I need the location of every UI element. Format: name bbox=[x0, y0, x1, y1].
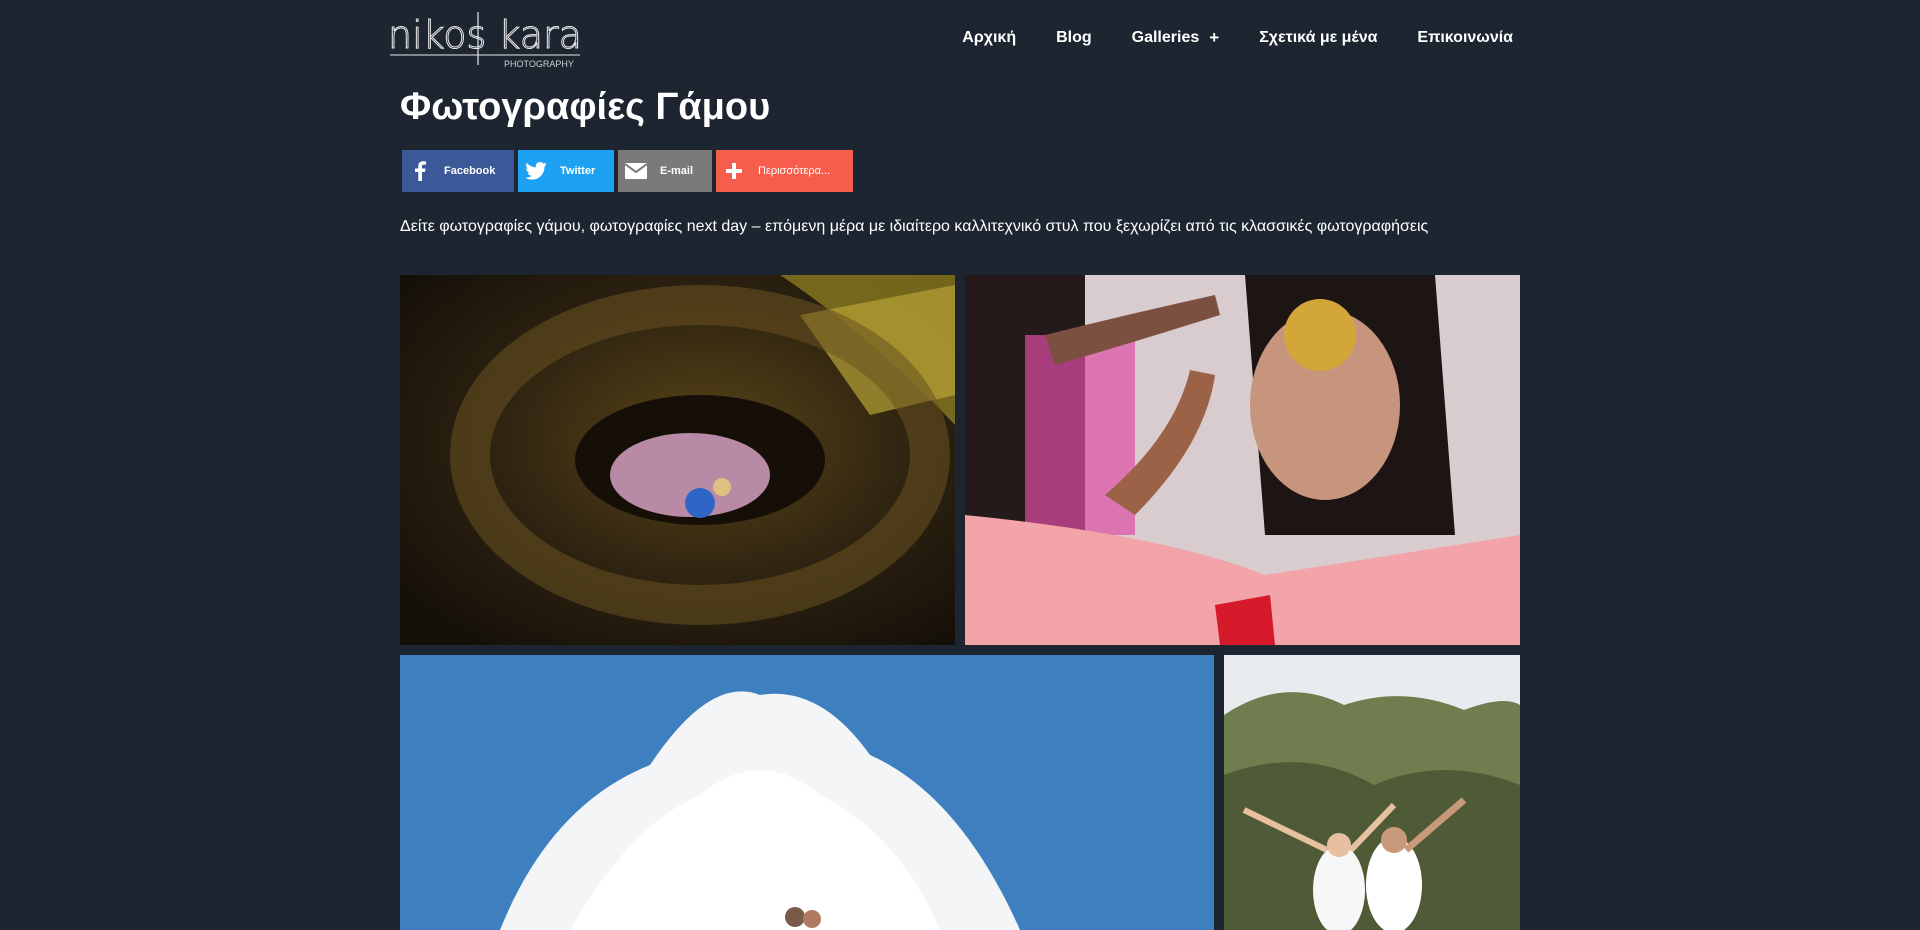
nav-label: Σχετικά με μένα bbox=[1259, 29, 1378, 46]
share-more-button[interactable]: Περισσότερα... bbox=[716, 150, 853, 192]
nav-item-galleries[interactable]: Galleries + bbox=[1132, 28, 1220, 48]
facebook-icon bbox=[402, 150, 438, 192]
plus-icon: + bbox=[1209, 28, 1220, 47]
site-logo[interactable]: nikos karafas PHOTOGRAPHY bbox=[388, 10, 583, 70]
page-description: Δείτε φωτογραφίες γάμου, φωτογραφίες nex… bbox=[400, 218, 1429, 235]
twitter-icon bbox=[518, 150, 554, 192]
nav-label: Galleries bbox=[1131, 29, 1200, 46]
share-label: E-mail bbox=[660, 165, 694, 177]
share-email-button[interactable]: E-mail bbox=[618, 150, 712, 192]
gallery-photo-wave[interactable] bbox=[400, 655, 1214, 930]
plus-icon bbox=[716, 150, 752, 192]
email-icon bbox=[618, 150, 654, 192]
share-label: Facebook bbox=[444, 165, 496, 177]
share-label: Twitter bbox=[560, 165, 596, 177]
share-label: Περισσότερα... bbox=[758, 165, 831, 177]
nav-label: Αρχική bbox=[962, 29, 1017, 46]
logo-wordmark: nikos karafas bbox=[388, 13, 583, 57]
nav-label: Επικοινωνία bbox=[1417, 29, 1513, 46]
gallery-photo-bride[interactable] bbox=[965, 275, 1520, 645]
nav-item-home[interactable]: Αρχική bbox=[962, 28, 1016, 48]
gallery-photo-staircase[interactable] bbox=[400, 275, 955, 645]
nav-label: Blog bbox=[1056, 29, 1092, 46]
main-nav: Αρχική Blog Galleries + Σχετικά με μένα Ε… bbox=[922, 28, 1513, 48]
nav-item-blog[interactable]: Blog bbox=[1056, 28, 1092, 48]
logo-subtitle: PHOTOGRAPHY bbox=[504, 59, 574, 69]
share-twitter-button[interactable]: Twitter bbox=[518, 150, 614, 192]
page-title: Φωτογραφίες Γάμου bbox=[400, 86, 771, 128]
nav-item-about[interactable]: Σχετικά με μένα bbox=[1259, 28, 1377, 48]
gallery-photo-couple[interactable] bbox=[1224, 655, 1520, 930]
nav-item-contact[interactable]: Επικοινωνία bbox=[1417, 28, 1513, 48]
share-facebook-button[interactable]: Facebook bbox=[402, 150, 514, 192]
share-buttons: Facebook Twitter E-mail Περισσότερα... bbox=[402, 150, 853, 192]
